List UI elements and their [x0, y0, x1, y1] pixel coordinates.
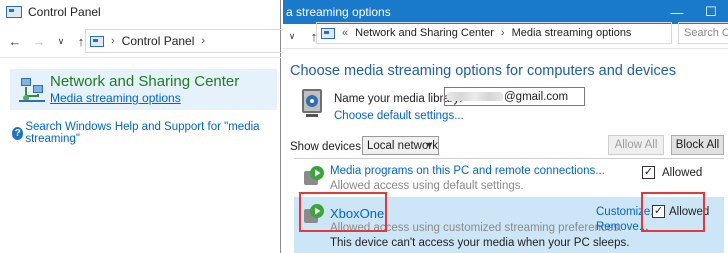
double-chevron-icon: «	[342, 27, 349, 39]
title-bar: Control Panel	[0, 0, 280, 24]
minimize-icon[interactable]: —	[660, 0, 694, 24]
divider	[0, 57, 281, 58]
page-heading: Choose media streaming options for compu…	[290, 63, 677, 79]
chevron-right-icon: ›	[111, 35, 115, 47]
maximize-icon[interactable]: ☐	[694, 0, 728, 24]
recent-chevron-icon[interactable]: ∨	[283, 27, 301, 45]
breadcrumb-control-panel[interactable]: Control Panel	[122, 34, 195, 48]
window-controls: — ☐	[660, 0, 728, 24]
window-title: Control Panel	[28, 5, 101, 19]
media-library-icon	[302, 89, 322, 117]
device-title[interactable]: Media programs on this PC and remote con…	[330, 165, 605, 177]
help-icon: ?	[12, 126, 24, 140]
forward-arrow-icon[interactable]: →	[30, 32, 48, 50]
device-sleep-note: This device can't access your media when…	[330, 237, 630, 249]
control-panel-icon	[90, 35, 104, 47]
network-icon	[321, 27, 335, 39]
network-select[interactable]: Local network ▼	[362, 136, 439, 155]
allowed-label: Allowed	[662, 167, 703, 179]
media-player-icon	[304, 166, 324, 185]
control-panel-icon	[6, 6, 22, 18]
device-status: Allowed access using default settings.	[330, 180, 524, 192]
help-search-text[interactable]: Search Windows Help and Support for "med…	[25, 121, 280, 145]
help-search-link[interactable]: ? Search Windows Help and Support for "m…	[12, 121, 280, 145]
media-streaming-window: a streaming options — ☐ ∨ ↑ « Network an…	[283, 0, 728, 253]
control-panel-window: Control Panel ← → ∨ ↑ › Control Panel › …	[0, 0, 281, 253]
address-bar[interactable]: « Network and Sharing Center › Media str…	[316, 22, 672, 44]
block-all-button[interactable]: Block All	[671, 135, 724, 155]
search-result-network-sharing[interactable]: Network and Sharing Center Media streami…	[10, 69, 277, 110]
window-title: a streaming options	[286, 5, 391, 19]
search-placeholder: Search Co	[684, 27, 728, 39]
back-arrow-icon[interactable]: ←	[6, 32, 24, 50]
choose-default-settings-link[interactable]: Choose default settings...	[334, 110, 464, 122]
network-sharing-icon	[19, 78, 45, 102]
allowed-checkbox[interactable]: ✓	[642, 166, 655, 179]
breadcrumb-network-sharing[interactable]: Network and Sharing Center	[355, 27, 494, 39]
library-name-value: @gmail.com	[504, 90, 569, 103]
address-bar[interactable]: › Control Panel ›	[85, 29, 281, 53]
library-name-field[interactable]: @gmail.com	[444, 87, 585, 106]
annotation-highlight-device	[299, 192, 387, 232]
recent-chevron-icon[interactable]: ∨	[52, 32, 70, 50]
search-input[interactable]: Search Co	[678, 22, 728, 44]
redacted-email	[447, 92, 503, 101]
breadcrumb-media-streaming[interactable]: Media streaming options	[512, 27, 632, 39]
device-row[interactable]: Media programs on this PC and remote con…	[294, 161, 724, 195]
allow-all-button[interactable]: Allow All	[608, 135, 664, 155]
chevron-right-icon[interactable]: ›	[501, 27, 505, 39]
chevron-right-icon[interactable]: ›	[201, 35, 205, 47]
annotation-highlight-allowed	[641, 192, 705, 232]
title-bar: a streaming options — ☐	[283, 0, 728, 24]
divider	[283, 48, 728, 49]
media-streaming-options-link[interactable]: Media streaming options	[50, 91, 181, 105]
result-title[interactable]: Network and Sharing Center	[50, 73, 239, 90]
chevron-down-icon: ▼	[425, 140, 434, 150]
